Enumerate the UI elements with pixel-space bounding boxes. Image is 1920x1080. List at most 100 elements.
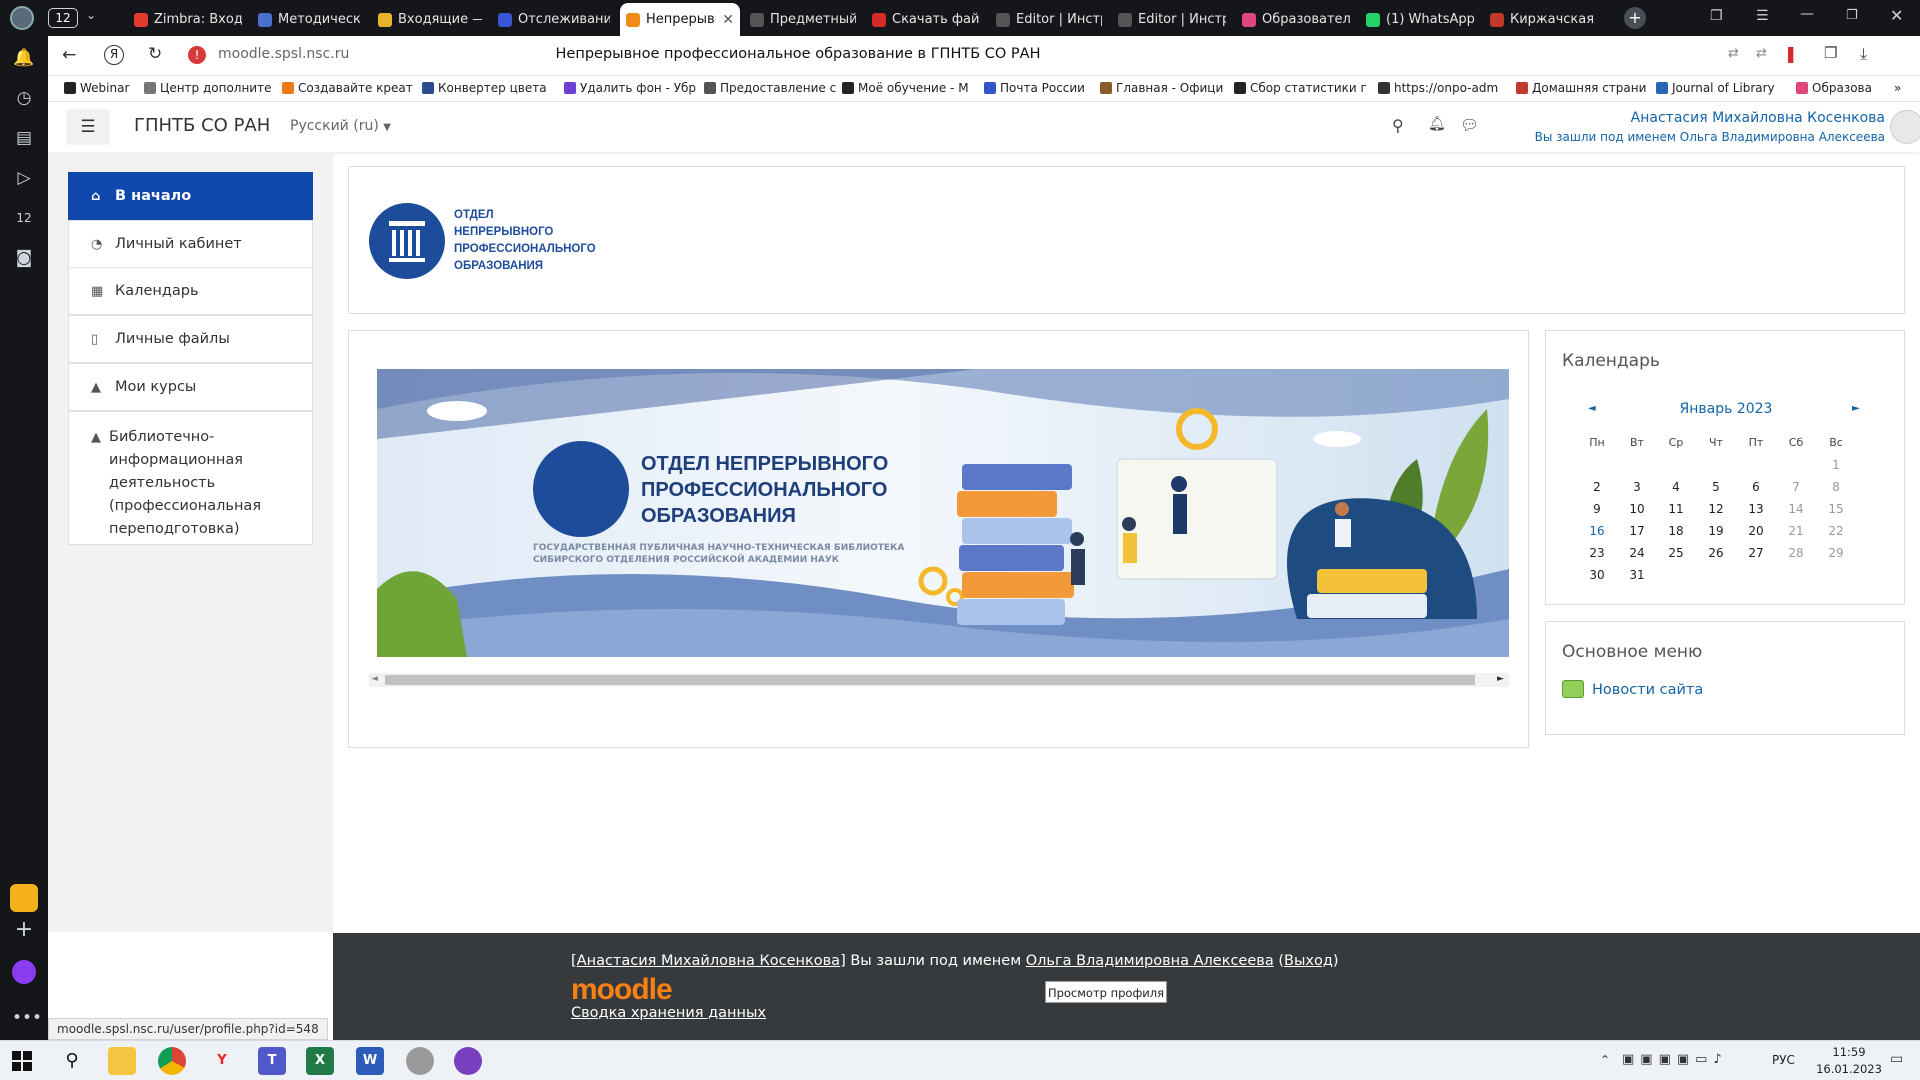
calendar-day[interactable]: 2 [1582,480,1612,494]
browser-tab[interactable]: Zimbra: Вход [128,3,248,36]
footer-user-link[interactable]: Анастасия Михайловна Косенкова [577,953,840,969]
user-avatar[interactable] [1890,110,1920,144]
data-retention-summary-link[interactable]: Сводка хранения данных [571,1005,766,1021]
close-tab-icon[interactable]: ✕ [722,12,734,28]
clock-date[interactable]: 16.01.2023 [1814,1062,1884,1076]
browser-tab[interactable]: Editor | Инстр [990,3,1108,36]
alice-icon[interactable] [12,960,36,984]
calendar-day[interactable]: 23 [1582,546,1612,560]
language-menu[interactable]: Русский (ru) ▼ [290,118,391,134]
reader-icon[interactable]: ⇄ [1756,46,1767,61]
calendar-day[interactable]: 28 [1781,546,1811,560]
extensions-icon[interactable]: ❐ [1824,44,1837,62]
logout-link[interactable]: Выход [1284,953,1333,969]
scroll-right-arrow-icon[interactable]: ► [1497,674,1504,684]
moodle-logo[interactable]: moodle [571,973,673,1007]
yandex-browser-icon[interactable]: Y [208,1047,236,1075]
calendar-day[interactable]: 9 [1582,502,1612,516]
bookmark-item[interactable]: Конвертер цвета [422,81,558,95]
browser-tab[interactable]: Скачать фай [866,3,986,36]
logged-in-as-text[interactable]: Вы зашли под именем Ольга Владимировна А… [1148,130,1885,144]
scroll-left-arrow-icon[interactable]: ◄ [371,674,378,684]
bookmark-item[interactable]: Webinar [64,81,138,95]
bookmark-item[interactable]: Создавайте креат [282,81,416,95]
drawer-toggle-button[interactable]: ☰ [66,109,110,145]
calendar-day[interactable]: 1 [1821,458,1851,472]
browser-tab[interactable]: (1) WhatsApp [1360,3,1480,36]
download-icon[interactable]: ⤓ [1860,44,1867,64]
sidebar-item[interactable]: ▯ Личные файлы [68,315,313,363]
calendar-day[interactable]: 12 [1701,502,1731,516]
browser-tab[interactable]: Непрерывн ✕ [620,3,740,36]
bookmark-item[interactable]: Главная - Офици [1100,81,1228,95]
sidebar-item[interactable]: ◔ Личный кабинет [68,220,313,268]
teams-icon[interactable]: T [258,1047,286,1075]
file-explorer-icon[interactable] [108,1047,136,1075]
calendar-day[interactable]: 30 [1582,568,1612,582]
calendar-day[interactable]: 4 [1661,480,1691,494]
tray-chevron-up-icon[interactable]: ⌃ [1600,1053,1610,1067]
browser-tab[interactable]: Предметный [744,3,862,36]
mail-icon[interactable] [10,884,38,912]
browser-tab[interactable]: Отслеживани [492,3,616,36]
chevron-down-icon[interactable]: ⌄ [86,8,96,22]
calendar-day[interactable]: 14 [1781,502,1811,516]
windows-start-icon[interactable] [12,1051,32,1071]
browser-tab[interactable]: Методическ [252,3,368,36]
calendar-day[interactable]: 17 [1622,524,1652,538]
bookmark-item[interactable]: Предоставление с [704,81,836,95]
calendar-day[interactable]: 31 [1622,568,1652,582]
sidebar-item[interactable]: ▲ Библиотечно-информационная деятельность… [68,411,313,545]
bookmark-item[interactable]: Почта России [984,81,1094,95]
user-name[interactable]: Анастасия Михайловна Косенкова [1248,110,1885,126]
calendar-day[interactable]: 18 [1661,524,1691,538]
calendar-day[interactable]: 13 [1741,502,1771,516]
tabs-icon[interactable]: 12 [12,206,36,230]
minimize-icon[interactable]: — [1800,6,1814,22]
notification-center-icon[interactable]: ▭ [1890,1051,1903,1067]
site-news-link[interactable]: Новости сайта [1592,682,1703,698]
calendar-day[interactable]: 29 [1821,546,1851,560]
sidebar-item[interactable]: ▦ Календарь [68,267,313,315]
app-icon[interactable] [454,1047,482,1075]
bookmark-item[interactable]: Удалить фон - Убр [564,81,698,95]
calendar-day[interactable]: 16 [1582,524,1612,538]
tray-icons[interactable]: ▣▣▣▣▭♪ [1622,1052,1728,1067]
bookmark-item[interactable]: Домашняя страни [1516,81,1650,95]
bookmark-item[interactable]: Образова [1796,81,1882,95]
calendar-day[interactable]: 6 [1741,480,1771,494]
close-window-icon[interactable]: ✕ [1890,6,1903,25]
browser-tab[interactable]: Образовател [1236,3,1356,36]
search-taskbar-icon[interactable]: ⚲ [58,1047,86,1075]
calendar-day[interactable]: 8 [1821,480,1851,494]
word-icon[interactable]: W [356,1047,384,1075]
chrome-profile-icon[interactable] [406,1047,434,1075]
sidebar-item[interactable]: ⌂ В начало [68,172,313,220]
play-icon[interactable]: ▷ [12,166,36,190]
collections-icon[interactable]: ▤ [12,126,36,150]
screenshot-icon[interactable]: ◙ [12,246,36,270]
calendar-day[interactable]: 26 [1701,546,1731,560]
bookmark-item[interactable]: Сбор статистики г [1234,81,1372,95]
calendar-day[interactable]: 11 [1661,502,1691,516]
calendar-day[interactable]: 21 [1781,524,1811,538]
clock-time[interactable]: 11:59 [1814,1045,1884,1059]
bookmark-icon[interactable]: ❚ [1784,44,1797,63]
calendar-day[interactable]: 19 [1701,524,1731,538]
tab-count-badge[interactable]: 12 [48,8,78,28]
calendar-day[interactable]: 20 [1741,524,1771,538]
site-name[interactable]: ГПНТБ СО РАН [134,115,270,136]
keyboard-language[interactable]: РУС [1772,1053,1795,1067]
bookmarks-overflow-icon[interactable]: » [1894,81,1901,95]
new-tab-button[interactable]: + [1624,7,1646,29]
bookmark-item[interactable]: https://onpo-adm [1378,81,1510,95]
more-icon[interactable]: ••• [12,1006,42,1030]
sidebar-item[interactable]: ▲ Мои курсы [68,363,313,411]
maximize-icon[interactable]: ❐ [1846,8,1858,23]
calendar-day[interactable]: 7 [1781,480,1811,494]
footer-as-user-link[interactable]: Ольга Владимировна Алексеева [1026,953,1274,969]
calendar-day[interactable]: 25 [1661,546,1691,560]
profile-avatar[interactable] [10,6,34,30]
translate-icon[interactable]: ⇄ [1728,46,1739,61]
bookmark-item[interactable]: Центр дополните [144,81,276,95]
